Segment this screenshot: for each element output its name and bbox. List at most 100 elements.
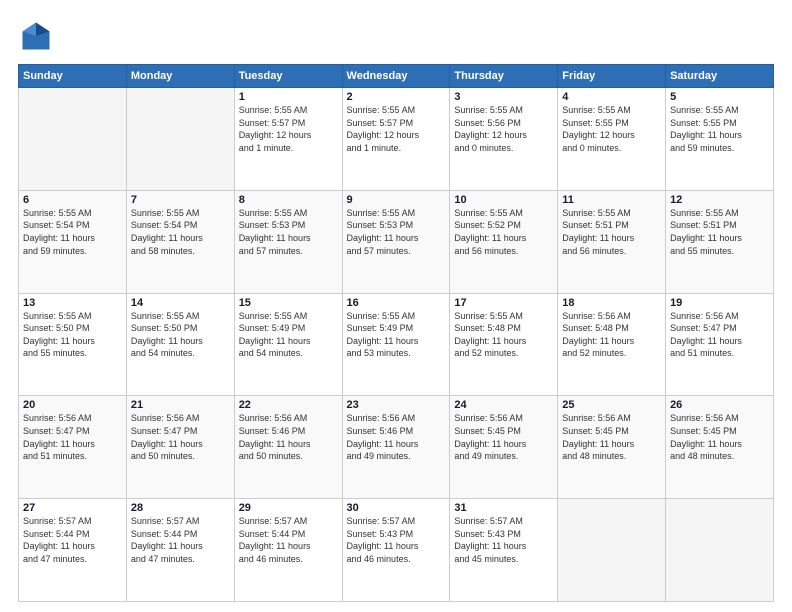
day-info: Sunrise: 5:55 AM Sunset: 5:48 PM Dayligh… <box>454 310 553 360</box>
day-info: Sunrise: 5:55 AM Sunset: 5:57 PM Dayligh… <box>347 104 446 154</box>
day-info: Sunrise: 5:55 AM Sunset: 5:53 PM Dayligh… <box>239 207 338 257</box>
day-number: 13 <box>23 297 122 309</box>
day-number: 11 <box>562 194 661 206</box>
calendar-cell: 18Sunrise: 5:56 AM Sunset: 5:48 PM Dayli… <box>558 293 666 396</box>
header <box>18 18 774 54</box>
day-number: 7 <box>131 194 230 206</box>
calendar-week-row: 6Sunrise: 5:55 AM Sunset: 5:54 PM Daylig… <box>19 190 774 293</box>
day-number: 28 <box>131 502 230 514</box>
calendar-cell: 19Sunrise: 5:56 AM Sunset: 5:47 PM Dayli… <box>666 293 774 396</box>
page: SundayMondayTuesdayWednesdayThursdayFrid… <box>0 0 792 612</box>
calendar-cell: 8Sunrise: 5:55 AM Sunset: 5:53 PM Daylig… <box>234 190 342 293</box>
calendar-cell: 10Sunrise: 5:55 AM Sunset: 5:52 PM Dayli… <box>450 190 558 293</box>
day-number: 6 <box>23 194 122 206</box>
day-number: 20 <box>23 399 122 411</box>
calendar-cell: 21Sunrise: 5:56 AM Sunset: 5:47 PM Dayli… <box>126 396 234 499</box>
calendar-cell: 23Sunrise: 5:56 AM Sunset: 5:46 PM Dayli… <box>342 396 450 499</box>
day-number: 8 <box>239 194 338 206</box>
day-info: Sunrise: 5:55 AM Sunset: 5:53 PM Dayligh… <box>347 207 446 257</box>
day-number: 9 <box>347 194 446 206</box>
calendar-cell: 11Sunrise: 5:55 AM Sunset: 5:51 PM Dayli… <box>558 190 666 293</box>
calendar-cell: 4Sunrise: 5:55 AM Sunset: 5:55 PM Daylig… <box>558 88 666 191</box>
day-info: Sunrise: 5:57 AM Sunset: 5:43 PM Dayligh… <box>347 515 446 565</box>
calendar-cell: 15Sunrise: 5:55 AM Sunset: 5:49 PM Dayli… <box>234 293 342 396</box>
day-info: Sunrise: 5:57 AM Sunset: 5:44 PM Dayligh… <box>239 515 338 565</box>
day-number: 1 <box>239 91 338 103</box>
day-number: 23 <box>347 399 446 411</box>
calendar-cell: 31Sunrise: 5:57 AM Sunset: 5:43 PM Dayli… <box>450 499 558 602</box>
weekday-header-row: SundayMondayTuesdayWednesdayThursdayFrid… <box>19 65 774 88</box>
day-info: Sunrise: 5:55 AM Sunset: 5:54 PM Dayligh… <box>131 207 230 257</box>
day-number: 2 <box>347 91 446 103</box>
day-number: 25 <box>562 399 661 411</box>
calendar-cell: 13Sunrise: 5:55 AM Sunset: 5:50 PM Dayli… <box>19 293 127 396</box>
day-info: Sunrise: 5:56 AM Sunset: 5:46 PM Dayligh… <box>347 412 446 462</box>
day-info: Sunrise: 5:55 AM Sunset: 5:54 PM Dayligh… <box>23 207 122 257</box>
day-info: Sunrise: 5:57 AM Sunset: 5:44 PM Dayligh… <box>131 515 230 565</box>
calendar-cell: 27Sunrise: 5:57 AM Sunset: 5:44 PM Dayli… <box>19 499 127 602</box>
day-info: Sunrise: 5:55 AM Sunset: 5:55 PM Dayligh… <box>562 104 661 154</box>
day-info: Sunrise: 5:55 AM Sunset: 5:57 PM Dayligh… <box>239 104 338 154</box>
calendar-cell: 7Sunrise: 5:55 AM Sunset: 5:54 PM Daylig… <box>126 190 234 293</box>
calendar-cell: 14Sunrise: 5:55 AM Sunset: 5:50 PM Dayli… <box>126 293 234 396</box>
calendar-cell: 17Sunrise: 5:55 AM Sunset: 5:48 PM Dayli… <box>450 293 558 396</box>
calendar-cell: 20Sunrise: 5:56 AM Sunset: 5:47 PM Dayli… <box>19 396 127 499</box>
day-number: 10 <box>454 194 553 206</box>
calendar-cell: 29Sunrise: 5:57 AM Sunset: 5:44 PM Dayli… <box>234 499 342 602</box>
weekday-header: Tuesday <box>234 65 342 88</box>
weekday-header: Thursday <box>450 65 558 88</box>
calendar-cell: 12Sunrise: 5:55 AM Sunset: 5:51 PM Dayli… <box>666 190 774 293</box>
calendar-cell: 24Sunrise: 5:56 AM Sunset: 5:45 PM Dayli… <box>450 396 558 499</box>
calendar-cell: 6Sunrise: 5:55 AM Sunset: 5:54 PM Daylig… <box>19 190 127 293</box>
day-number: 3 <box>454 91 553 103</box>
day-info: Sunrise: 5:55 AM Sunset: 5:55 PM Dayligh… <box>670 104 769 154</box>
day-number: 24 <box>454 399 553 411</box>
day-number: 26 <box>670 399 769 411</box>
day-info: Sunrise: 5:56 AM Sunset: 5:45 PM Dayligh… <box>562 412 661 462</box>
calendar-cell: 30Sunrise: 5:57 AM Sunset: 5:43 PM Dayli… <box>342 499 450 602</box>
calendar-cell: 9Sunrise: 5:55 AM Sunset: 5:53 PM Daylig… <box>342 190 450 293</box>
weekday-header: Monday <box>126 65 234 88</box>
day-number: 14 <box>131 297 230 309</box>
weekday-header: Sunday <box>19 65 127 88</box>
day-info: Sunrise: 5:56 AM Sunset: 5:45 PM Dayligh… <box>454 412 553 462</box>
calendar-cell: 26Sunrise: 5:56 AM Sunset: 5:45 PM Dayli… <box>666 396 774 499</box>
calendar-cell: 5Sunrise: 5:55 AM Sunset: 5:55 PM Daylig… <box>666 88 774 191</box>
day-info: Sunrise: 5:56 AM Sunset: 5:45 PM Dayligh… <box>670 412 769 462</box>
calendar-cell: 25Sunrise: 5:56 AM Sunset: 5:45 PM Dayli… <box>558 396 666 499</box>
day-info: Sunrise: 5:56 AM Sunset: 5:47 PM Dayligh… <box>23 412 122 462</box>
calendar-cell: 2Sunrise: 5:55 AM Sunset: 5:57 PM Daylig… <box>342 88 450 191</box>
day-number: 15 <box>239 297 338 309</box>
day-info: Sunrise: 5:56 AM Sunset: 5:46 PM Dayligh… <box>239 412 338 462</box>
calendar-cell: 16Sunrise: 5:55 AM Sunset: 5:49 PM Dayli… <box>342 293 450 396</box>
calendar-cell: 1Sunrise: 5:55 AM Sunset: 5:57 PM Daylig… <box>234 88 342 191</box>
day-number: 27 <box>23 502 122 514</box>
day-info: Sunrise: 5:55 AM Sunset: 5:50 PM Dayligh… <box>23 310 122 360</box>
day-number: 16 <box>347 297 446 309</box>
calendar-week-row: 20Sunrise: 5:56 AM Sunset: 5:47 PM Dayli… <box>19 396 774 499</box>
calendar-cell <box>126 88 234 191</box>
day-number: 17 <box>454 297 553 309</box>
weekday-header: Wednesday <box>342 65 450 88</box>
calendar: SundayMondayTuesdayWednesdayThursdayFrid… <box>18 64 774 602</box>
day-info: Sunrise: 5:57 AM Sunset: 5:44 PM Dayligh… <box>23 515 122 565</box>
day-number: 22 <box>239 399 338 411</box>
day-number: 30 <box>347 502 446 514</box>
calendar-week-row: 13Sunrise: 5:55 AM Sunset: 5:50 PM Dayli… <box>19 293 774 396</box>
day-number: 29 <box>239 502 338 514</box>
day-info: Sunrise: 5:56 AM Sunset: 5:47 PM Dayligh… <box>670 310 769 360</box>
calendar-cell: 28Sunrise: 5:57 AM Sunset: 5:44 PM Dayli… <box>126 499 234 602</box>
calendar-week-row: 1Sunrise: 5:55 AM Sunset: 5:57 PM Daylig… <box>19 88 774 191</box>
calendar-cell <box>19 88 127 191</box>
day-info: Sunrise: 5:55 AM Sunset: 5:49 PM Dayligh… <box>239 310 338 360</box>
day-info: Sunrise: 5:55 AM Sunset: 5:56 PM Dayligh… <box>454 104 553 154</box>
day-info: Sunrise: 5:55 AM Sunset: 5:51 PM Dayligh… <box>670 207 769 257</box>
logo-icon <box>18 18 54 54</box>
day-number: 18 <box>562 297 661 309</box>
weekday-header: Friday <box>558 65 666 88</box>
day-info: Sunrise: 5:57 AM Sunset: 5:43 PM Dayligh… <box>454 515 553 565</box>
day-number: 5 <box>670 91 769 103</box>
calendar-cell: 22Sunrise: 5:56 AM Sunset: 5:46 PM Dayli… <box>234 396 342 499</box>
day-info: Sunrise: 5:56 AM Sunset: 5:47 PM Dayligh… <box>131 412 230 462</box>
day-number: 31 <box>454 502 553 514</box>
